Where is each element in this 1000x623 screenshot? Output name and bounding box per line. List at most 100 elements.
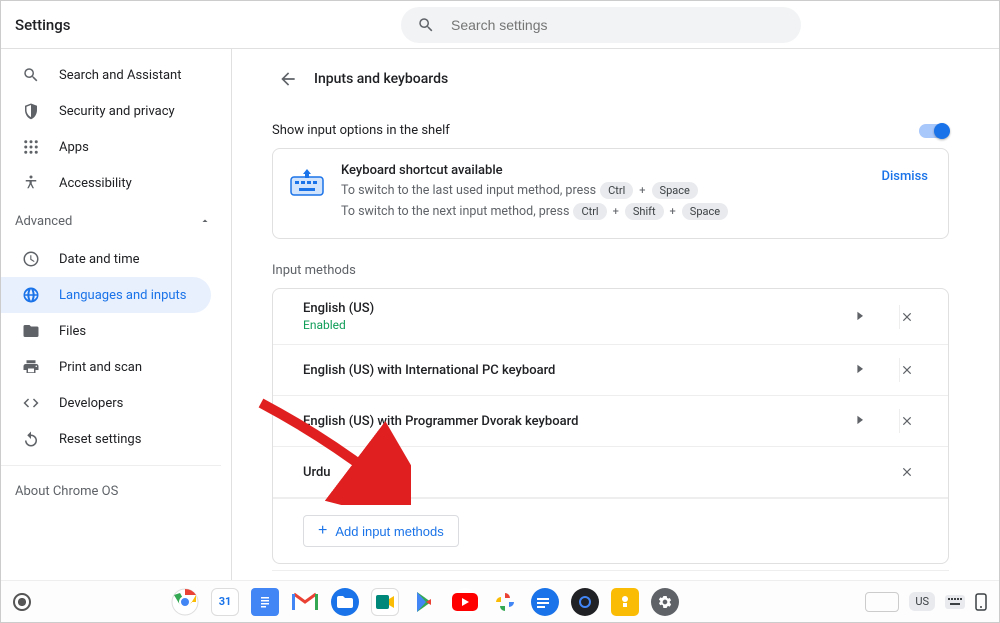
method-remove-button[interactable]: [900, 304, 948, 330]
input-method-row[interactable]: Urdu: [273, 447, 948, 498]
advanced-label: Advanced: [15, 214, 72, 229]
gmail-icon[interactable]: [291, 588, 319, 616]
key-chip: Ctrl: [573, 203, 606, 220]
taskbar-apps: 31: [171, 588, 679, 616]
sidebar-item-label: Developers: [59, 396, 123, 411]
docs-icon[interactable]: [251, 588, 279, 616]
language-indicator[interactable]: US: [909, 592, 935, 611]
sidebar-item-label: Apps: [59, 140, 89, 155]
chevron-right-icon: [856, 364, 864, 376]
sidebar-item-languages[interactable]: Languages and inputs: [1, 277, 211, 313]
close-icon: [900, 465, 914, 479]
input-methods-card: English (US) Enabled English (US) with I…: [272, 288, 949, 564]
shelf-toggle-label: Show input options in the shelf: [272, 123, 450, 138]
globe-icon: [21, 285, 41, 305]
accessibility-icon: [21, 173, 41, 193]
sidebar-item-label: Reset settings: [59, 432, 141, 447]
add-button-label: Add input methods: [335, 524, 443, 539]
info-title: Keyboard shortcut available: [341, 163, 877, 178]
files-icon[interactable]: [331, 588, 359, 616]
plus-icon: +: [318, 523, 327, 539]
print-icon: [21, 357, 41, 377]
youtube-icon[interactable]: [451, 588, 479, 616]
plus-icon: +: [668, 205, 678, 218]
plus-icon: +: [637, 184, 647, 197]
messages-icon[interactable]: [531, 588, 559, 616]
sidebar-item-label: Security and privacy: [59, 104, 175, 119]
photos-icon[interactable]: [491, 588, 519, 616]
sidebar-about[interactable]: About Chrome OS: [1, 474, 231, 509]
main-content: Inputs and keyboards Show input options …: [231, 49, 999, 580]
sidebar-item-label: Print and scan: [59, 360, 142, 375]
info-line-1: To switch to the last used input method,…: [341, 182, 877, 199]
clock-icon: [21, 249, 41, 269]
sidebar: Search and Assistant Security and privac…: [1, 49, 231, 580]
search-input[interactable]: [451, 17, 785, 33]
camera-icon[interactable]: [571, 588, 599, 616]
sidebar-item-security[interactable]: Security and privacy: [1, 93, 211, 129]
sidebar-item-files[interactable]: Files: [1, 313, 211, 349]
search-icon: [417, 16, 435, 34]
info-line1-text: To switch to the last used input method,…: [341, 183, 596, 198]
system-tray[interactable]: US: [865, 592, 987, 612]
sidebar-item-reset[interactable]: Reset settings: [1, 421, 211, 457]
dismiss-button[interactable]: Dismiss: [877, 163, 932, 190]
method-name: English (US): [303, 301, 856, 316]
method-remove-button[interactable]: [900, 408, 948, 434]
input-method-row[interactable]: English (US) with International PC keybo…: [273, 345, 948, 396]
add-input-methods-button[interactable]: + Add input methods: [303, 515, 459, 547]
sidebar-item-search-assistant[interactable]: Search and Assistant: [1, 57, 211, 93]
apps-grid-icon: [21, 137, 41, 157]
shield-icon: [21, 101, 41, 121]
launcher-button[interactable]: [13, 593, 31, 611]
method-remove-button[interactable]: [900, 357, 948, 383]
method-name: English (US) with Programmer Dvorak keyb…: [303, 414, 856, 429]
method-details-button[interactable]: [856, 409, 900, 433]
method-details-button[interactable]: [856, 305, 900, 329]
chrome-icon[interactable]: [171, 588, 199, 616]
sidebar-item-label: Accessibility: [59, 176, 132, 191]
code-icon: [21, 393, 41, 413]
plus-icon: +: [611, 205, 621, 218]
sidebar-item-accessibility[interactable]: Accessibility: [1, 165, 211, 201]
sidebar-item-date-time[interactable]: Date and time: [1, 241, 211, 277]
key-chip: Ctrl: [600, 182, 633, 199]
sidebar-item-label: Files: [59, 324, 86, 339]
keyboard-shortcut-icon: [289, 166, 325, 198]
shelf-toggle[interactable]: [919, 124, 949, 138]
calendar-icon[interactable]: 31: [211, 588, 239, 616]
arrow-left-icon: [278, 69, 298, 89]
sidebar-item-print[interactable]: Print and scan: [1, 349, 211, 385]
sidebar-item-label: Languages and inputs: [59, 288, 187, 303]
info-line-2: To switch to the next input method, pres…: [341, 203, 877, 220]
chevron-right-icon: [856, 311, 864, 323]
sidebar-item-developers[interactable]: Developers: [1, 385, 211, 421]
key-chip: Space: [652, 182, 698, 199]
search-box[interactable]: [401, 7, 801, 43]
settings-title: Settings: [15, 16, 71, 34]
method-name: English (US) with International PC keybo…: [303, 363, 856, 378]
sidebar-item-apps[interactable]: Apps: [1, 129, 211, 165]
keyboard-shortcut-card: Keyboard shortcut available To switch to…: [272, 148, 949, 239]
meet-icon[interactable]: [371, 588, 399, 616]
method-details-button[interactable]: [856, 358, 900, 382]
input-method-row[interactable]: English (US) with Programmer Dvorak keyb…: [273, 396, 948, 447]
page-title: Inputs and keyboards: [314, 71, 448, 87]
sidebar-advanced-toggle[interactable]: Advanced: [1, 201, 231, 241]
settings-icon[interactable]: [651, 588, 679, 616]
keyboard-tray-icon[interactable]: [945, 595, 965, 609]
play-store-icon[interactable]: [411, 588, 439, 616]
close-icon: [900, 310, 914, 324]
back-button[interactable]: [272, 63, 304, 95]
method-remove-button[interactable]: [900, 459, 948, 485]
method-name: Urdu: [303, 465, 856, 480]
taskbar: 31 US: [1, 580, 999, 622]
keep-icon[interactable]: [611, 588, 639, 616]
key-chip: Space: [682, 203, 728, 220]
reset-icon: [21, 429, 41, 449]
search-icon: [21, 65, 41, 85]
close-icon: [900, 363, 914, 377]
phone-tray-icon[interactable]: [975, 593, 987, 611]
input-method-row[interactable]: English (US) Enabled: [273, 289, 948, 345]
tray-placeholder[interactable]: [865, 592, 899, 612]
